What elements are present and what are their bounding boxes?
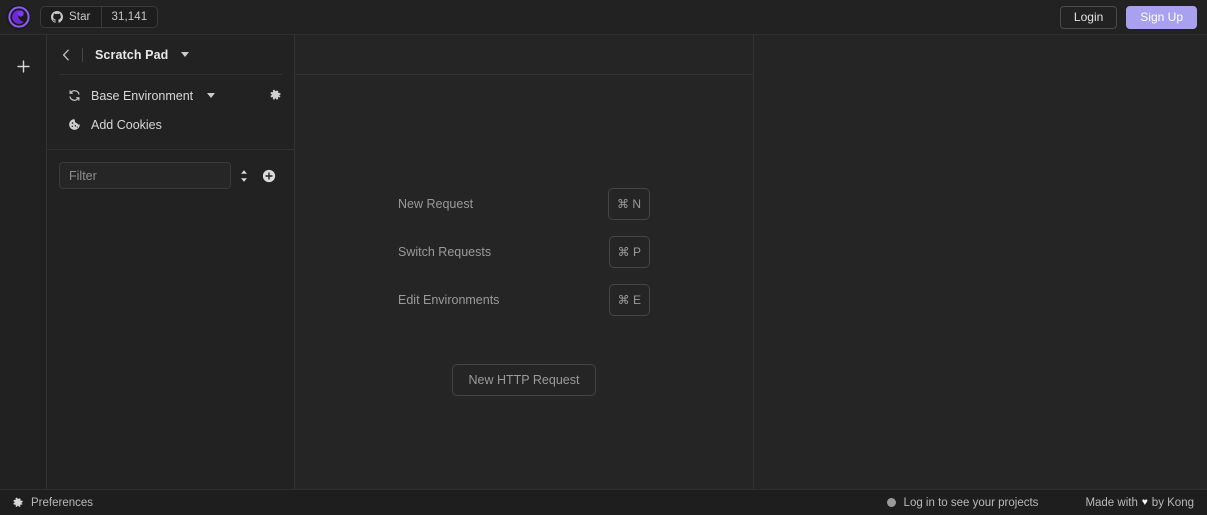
app-body: Scratch Pad Base Environment Add Cookies… <box>0 35 1207 489</box>
environment-settings-gear-icon[interactable] <box>269 89 282 102</box>
cookie-icon <box>67 118 82 131</box>
status-bar: Preferences Log in to see your projects … <box>0 489 1207 515</box>
shortcut-label: Edit Environments <box>398 293 500 307</box>
github-star-count[interactable]: 31,141 <box>100 7 158 27</box>
response-pane <box>754 35 1207 489</box>
sidebar-item-add-cookies[interactable]: Add Cookies <box>47 110 294 139</box>
shortcut-key: ⌘ N <box>608 188 650 220</box>
shortcut-key: ⌘ P <box>608 236 650 268</box>
search-input[interactable] <box>59 162 231 189</box>
new-http-request-button[interactable]: New HTTP Request <box>451 364 597 396</box>
gear-icon <box>12 497 24 509</box>
login-projects-button[interactable]: Log in to see your projects <box>886 496 1039 509</box>
insomnia-app-window: Star 31,141 Login Sign Up Scratch Pad Ba… <box>0 0 1207 515</box>
sidebar-filter-row <box>47 150 294 201</box>
heart-icon: ♥ <box>1141 497 1148 508</box>
header-auth-actions: Login Sign Up <box>1059 5 1197 29</box>
base-environment-label: Base Environment <box>91 88 194 103</box>
github-star-label: Star <box>69 11 91 23</box>
request-pane-header <box>295 35 753 75</box>
sync-icon <box>67 89 82 102</box>
activity-rail <box>0 35 47 489</box>
sidebar-quick-rows: Base Environment Add Cookies <box>47 75 294 145</box>
app-header: Star 31,141 Login Sign Up <box>0 0 1207 35</box>
preferences-button[interactable]: Preferences <box>12 497 93 509</box>
shortcut-row: New Request ⌘ N <box>398 180 650 228</box>
made-with-prefix: Made with <box>1085 496 1138 509</box>
shortcut-row: Edit Environments ⌘ E <box>398 276 650 324</box>
github-star-segment[interactable]: Star <box>41 7 100 27</box>
github-icon <box>51 11 63 23</box>
github-star-button[interactable]: Star 31,141 <box>40 6 159 28</box>
chevron-left-icon[interactable] <box>59 49 73 61</box>
made-by-kong: Made with ♥ by Kong <box>1085 497 1194 509</box>
shortcut-label: Switch Requests <box>398 245 492 259</box>
insomnia-logo-icon <box>6 4 31 30</box>
status-bar-right: Log in to see your projects Made with ♥ … <box>886 496 1194 509</box>
sidebar-header-divider <box>82 47 83 62</box>
add-cookies-label: Add Cookies <box>91 117 162 132</box>
projects-status-label: Log in to see your projects <box>903 496 1039 509</box>
made-by-suffix: by Kong <box>1151 496 1194 509</box>
status-dot-icon <box>886 498 896 507</box>
sidebar: Scratch Pad Base Environment Add Cookies… <box>47 35 295 489</box>
sidebar-item-base-environment[interactable]: Base Environment <box>47 81 294 110</box>
plus-icon[interactable] <box>11 54 35 78</box>
chevron-down-icon[interactable] <box>207 93 216 98</box>
preferences-label: Preferences <box>31 496 94 509</box>
shortcut-list: New Request ⌘ N Switch Requests ⌘ P Edit… <box>398 180 650 324</box>
request-pane-empty-state: New Request ⌘ N Switch Requests ⌘ P Edit… <box>295 75 753 489</box>
request-list <box>47 201 294 489</box>
login-button[interactable]: Login <box>1059 5 1118 29</box>
shortcut-row: Switch Requests ⌘ P <box>398 228 650 276</box>
shortcut-key: ⌘ E <box>608 284 650 316</box>
chevron-down-icon[interactable] <box>181 52 190 57</box>
request-pane: New Request ⌘ N Switch Requests ⌘ P Edit… <box>295 35 754 489</box>
shortcut-label: New Request <box>398 197 474 211</box>
workspace-title[interactable]: Scratch Pad <box>95 48 168 62</box>
sidebar-header: Scratch Pad <box>47 35 294 74</box>
plus-circle-icon[interactable] <box>257 162 283 189</box>
sort-updown-icon[interactable] <box>231 162 257 189</box>
signup-button[interactable]: Sign Up <box>1126 5 1197 29</box>
